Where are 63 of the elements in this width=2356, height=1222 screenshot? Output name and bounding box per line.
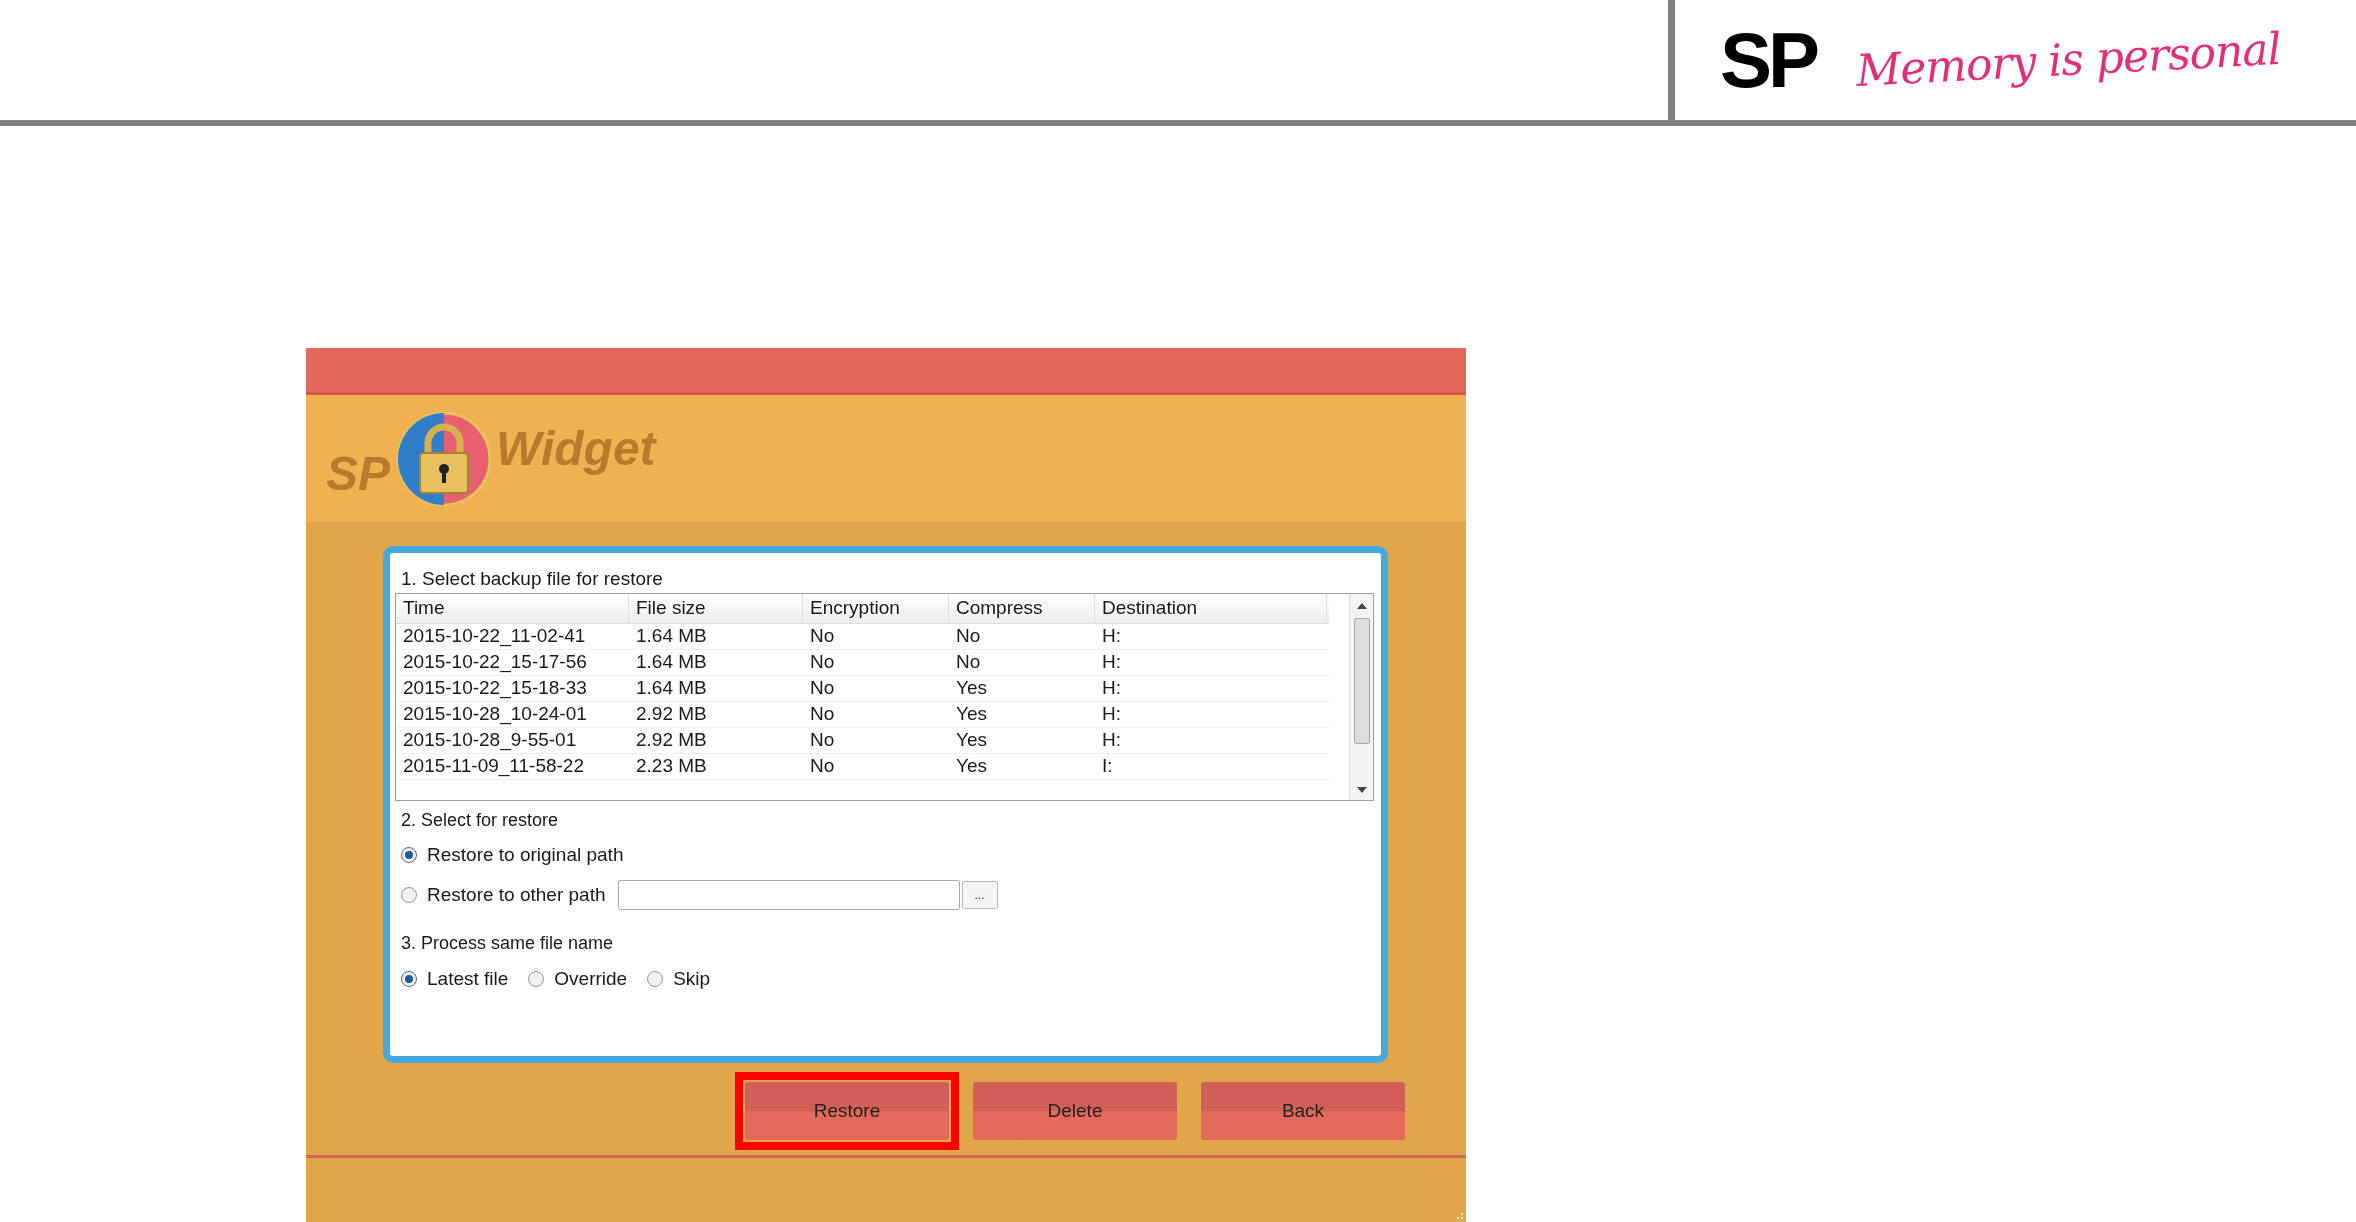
radio-button[interactable]	[401, 971, 417, 988]
table-cell-text: 2.23 MB	[635, 754, 708, 779]
table-cell-text: H:	[1101, 728, 1122, 753]
brand-logo: SP	[1720, 21, 1817, 99]
table-cell-text: No	[955, 650, 982, 675]
brand-text: Widget	[496, 420, 656, 477]
table-cell-text: H:	[1101, 702, 1122, 727]
table-cell-text: No	[955, 624, 982, 649]
column-header[interactable]: Compress	[949, 594, 1095, 623]
section-title: 1. Select backup file for restore	[400, 567, 664, 589]
scroll-thumb[interactable]	[1353, 618, 1370, 744]
padlock-icon	[396, 410, 493, 507]
table-cell-text: Yes	[955, 676, 988, 701]
column-header[interactable]: Time	[396, 594, 629, 623]
action-button[interactable]: Restore	[745, 1082, 949, 1140]
table-cell-text: 1.64 MB	[635, 624, 708, 649]
table-cell-text: Yes	[955, 702, 988, 727]
table-cell-text: 2015-11-09_11-58-22	[402, 754, 585, 779]
section-title: 3. Process same file name	[400, 932, 615, 955]
radio-button[interactable]	[401, 847, 417, 863]
brand-text: SP	[326, 445, 391, 502]
radio-button[interactable]	[647, 971, 664, 988]
radio-label[interactable]: Restore to other path	[427, 880, 606, 910]
table-cell-text: H:	[1101, 624, 1122, 649]
table-cell-text: H:	[1101, 650, 1122, 675]
table-cell-text: No	[809, 702, 836, 727]
path-field[interactable]	[617, 880, 960, 910]
section-title: 2. Select for restore	[400, 809, 560, 832]
radio-button[interactable]	[401, 887, 417, 903]
tagline: Memory is personal	[1855, 26, 2282, 94]
table-cell-text: No	[809, 754, 836, 779]
action-button[interactable]: Delete	[973, 1082, 1177, 1140]
table-cell-text: 1.64 MB	[635, 676, 708, 701]
action-button[interactable]: Back	[1201, 1082, 1405, 1140]
table-cell-text: H:	[1101, 676, 1122, 701]
scroll-up-icon[interactable]	[1356, 602, 1367, 610]
table-cell-text: Yes	[955, 728, 988, 753]
table-cell-text: Yes	[955, 754, 988, 779]
table-cell-text: 2015-10-28_10-24-01	[402, 702, 588, 727]
radio-label[interactable]: Skip	[673, 965, 711, 994]
table-cell-text: I:	[1101, 754, 1114, 779]
table-cell-text: 2015-10-22_11-02-41	[402, 624, 587, 649]
table-cell-text: No	[809, 728, 836, 753]
column-header[interactable]: Encryption	[803, 594, 949, 623]
table-cell-text: 2.92 MB	[635, 728, 708, 753]
resize-grip-icon[interactable]	[1454, 1210, 1464, 1220]
radio-label[interactable]: Override	[554, 965, 628, 994]
table-cell-text: 2015-10-22_15-18-33	[402, 676, 588, 701]
radio-label[interactable]: Latest file	[427, 965, 509, 994]
scrollbar[interactable]	[1349, 594, 1373, 800]
browse-button[interactable]: ...	[961, 881, 998, 909]
table-cell-text: 1.64 MB	[635, 650, 708, 675]
radio-label[interactable]: Restore to original path	[427, 840, 624, 870]
table-cell-text: 2015-10-28_9-55-01	[402, 728, 578, 753]
table-cell-text: 2.92 MB	[635, 702, 708, 727]
scroll-down-icon[interactable]	[1356, 786, 1367, 794]
column-header[interactable]: File size	[629, 594, 803, 623]
radio-button[interactable]	[528, 971, 545, 988]
table-cell-text: No	[809, 624, 836, 649]
column-header[interactable]: Destination	[1095, 594, 1327, 623]
table-cell-text: No	[809, 650, 836, 675]
table-cell-text: 2015-10-22_15-17-56	[402, 650, 588, 675]
table-cell-text: No	[809, 676, 836, 701]
